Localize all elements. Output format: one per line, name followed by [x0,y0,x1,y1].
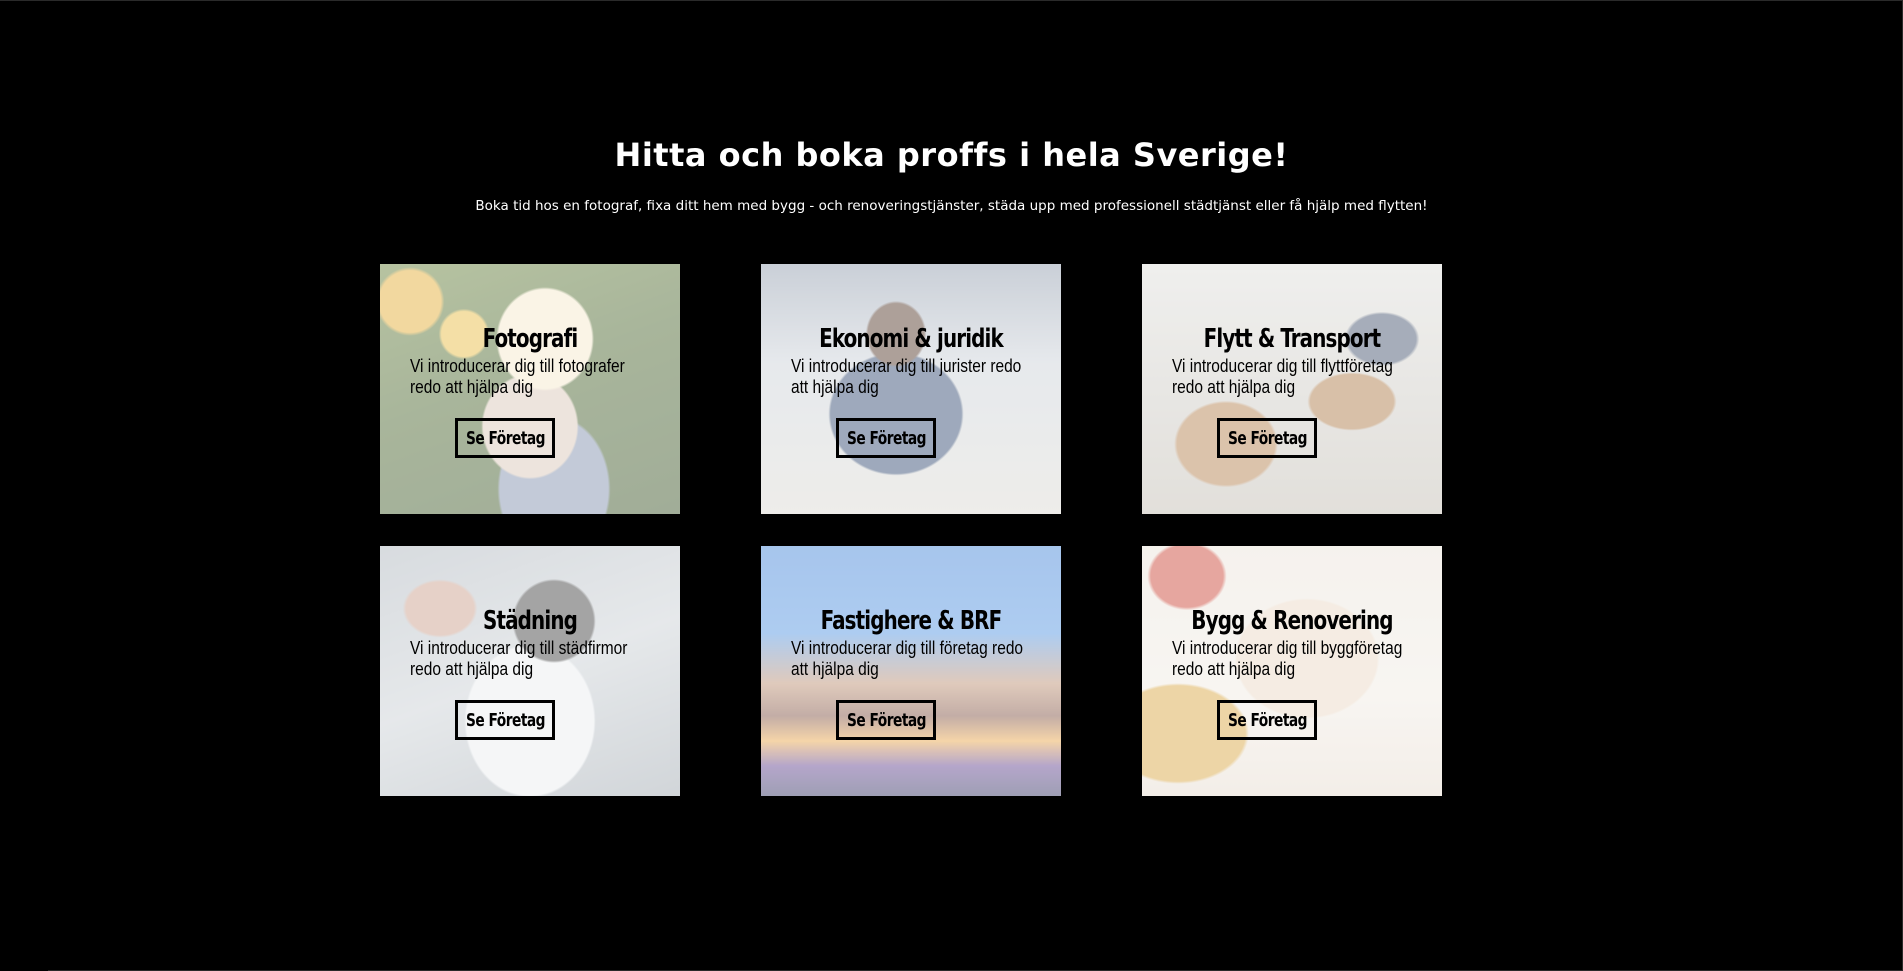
page-subtitle: Boka tid hos en fotograf, fixa ditt hem … [475,198,1428,214]
se-foretag-button-fotografi[interactable]: Se Företag [455,418,555,458]
card-description: Vi introducerar dig till städfirmor redo… [410,638,668,680]
category-card-fotografi: Fotografi Vi introducerar dig till fotog… [380,264,680,514]
card-title: Bygg & Renovering [1191,606,1393,636]
card-description-line: redo att hjälpa dig [1172,377,1296,397]
card-description: Vi introducerar dig till fotografer redo… [410,356,668,398]
se-foretag-button-stadning[interactable]: Se Företag [455,700,555,740]
card-title: Flytt & Transport [1203,324,1382,354]
button-label: Se Företag [1227,427,1307,449]
category-card-ekonomi: Ekonomi & juridik Vi introducerar dig ti… [761,264,1061,514]
button-label: Se Företag [1227,709,1307,731]
card-description-line: Vi introducerar dig till byggföretag [1172,638,1403,658]
category-card-stadning: Städning Vi introducerar dig till städfi… [380,546,680,796]
card-description-line: Vi introducerar dig till flyttföretag [1172,356,1393,376]
page-title: Hitta och boka proffs i hela Sverige! [614,136,1289,174]
card-description-line: att hjälpa dig [791,377,879,397]
category-card-bygg: Bygg & Renovering Vi introducerar dig ti… [1142,546,1442,796]
card-description-line: Vi introducerar dig till städfirmor [410,638,628,658]
se-foretag-button-bygg[interactable]: Se Företag [1217,700,1317,740]
card-title: Städning [482,606,578,636]
category-card-flytt: Flytt & Transport Vi introducerar dig ti… [1142,264,1442,514]
card-description: Vi introducerar dig till byggföretag red… [1172,638,1430,680]
se-foretag-button-fastighet[interactable]: Se Företag [836,700,936,740]
card-title: Fastighere & BRF [820,606,1003,636]
card-description-line: att hjälpa dig [791,659,879,679]
top-border [0,0,1903,1]
card-description-line: Vi introducerar dig till jurister redo [791,356,1022,376]
card-description: Vi introducerar dig till flyttföretag re… [1172,356,1430,398]
se-foretag-button-flytt[interactable]: Se Företag [1217,418,1317,458]
card-description-line: redo att hjälpa dig [410,659,534,679]
card-description-line: Vi introducerar dig till företag redo [791,638,1024,658]
button-label: Se Företag [846,427,926,449]
card-title: Ekonomi & juridik [819,324,1004,354]
se-foretag-button-ekonomi[interactable]: Se Företag [836,418,936,458]
card-description: Vi introducerar dig till företag redo at… [791,638,1049,680]
button-label: Se Företag [846,709,926,731]
card-description-line: Vi introducerar dig till fotografer [410,356,625,376]
button-label: Se Företag [465,709,545,731]
button-label: Se Företag [465,427,545,449]
category-card-fastighet: Fastighere & BRF Vi introducerar dig til… [761,546,1061,796]
card-description: Vi introducerar dig till jurister redo a… [791,356,1049,398]
category-grid: Fotografi Vi introducerar dig till fotog… [380,264,1442,796]
card-description-line: redo att hjälpa dig [1172,659,1296,679]
card-title: Fotografi [482,324,579,354]
card-description-line: redo att hjälpa dig [410,377,534,397]
